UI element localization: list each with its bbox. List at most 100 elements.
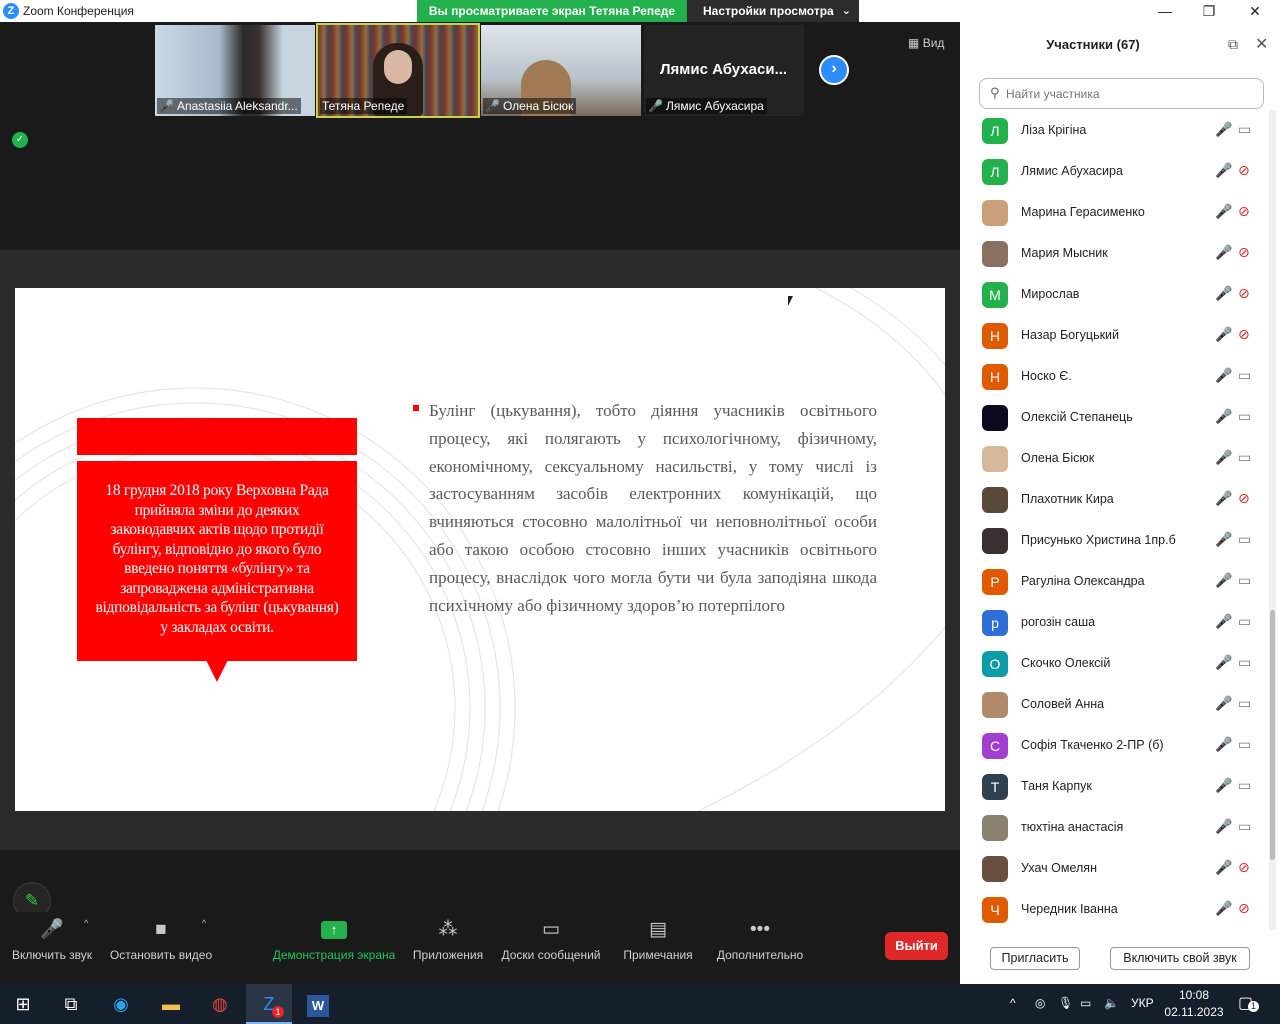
- participant-row[interactable]: Марина Герасименко 🎤 ⊘: [960, 192, 1270, 233]
- windows-start-icon[interactable]: ⊞: [0, 984, 46, 1024]
- muted-mic-icon: 🎤: [1215, 818, 1233, 834]
- more-dots-icon: •••: [750, 919, 770, 940]
- participant-list: Л Ліза Крігіна 🎤 ▭ Л Лямис Абухасира 🎤 ⊘ Марина …: [960, 110, 1270, 930]
- share-screen-button[interactable]: ↑ Демонстрация экрана: [270, 912, 398, 984]
- close-icon[interactable]: ✕: [1255, 34, 1268, 54]
- video-tile[interactable]: 🎤 Anastasiia Aleksandr...: [155, 25, 315, 116]
- restore-button[interactable]: ❐: [1186, 0, 1232, 22]
- muted-mic-icon: 🎤: [1215, 736, 1233, 752]
- shared-screen: 18 грудня 2018 року Верховна Рада прийня…: [0, 250, 960, 850]
- stop-video-button[interactable]: ■ Остановить видео: [106, 912, 216, 984]
- word-app-icon[interactable]: W: [295, 984, 341, 1024]
- muted-mic-icon: 🎤: [1215, 695, 1233, 711]
- edge-browser-icon[interactable]: ◉: [98, 984, 144, 1024]
- participant-row[interactable]: О Скочко Олексій 🎤 ▭: [960, 643, 1270, 684]
- participant-row[interactable]: тюхтіна анастасія 🎤 ▭: [960, 807, 1270, 848]
- view-button[interactable]: ▦ Вид: [908, 36, 944, 50]
- video-tile[interactable]: 🎤 Олена Бісюк: [481, 25, 641, 116]
- video-camera-icon: ▭: [1238, 654, 1252, 670]
- microphone-tray-icon[interactable]: 🎙: [1058, 996, 1073, 1010]
- video-tile[interactable]: Лямис Абухаси... 🎤 Лямис Абухасира: [644, 25, 804, 116]
- unmute-button[interactable]: 🎤 Включить звук: [8, 912, 96, 984]
- participant-row[interactable]: С Софія Ткаченко 2-ПР (б) 🎤 ▭: [960, 725, 1270, 766]
- notifications-count: 1: [1248, 1001, 1259, 1012]
- avatar: [982, 200, 1008, 226]
- volume-tray-icon[interactable]: 🔈: [1104, 996, 1119, 1010]
- video-off-icon: ⊘: [1238, 203, 1250, 219]
- participant-row[interactable]: Т Таня Карпук 🎤 ▭: [960, 766, 1270, 807]
- participant-row[interactable]: р рогозін саша 🎤 ▭: [960, 602, 1270, 643]
- view-options-dropdown[interactable]: Настройки просмотра ⌄: [687, 0, 859, 22]
- muted-mic-icon: 🎤: [1215, 777, 1233, 793]
- muted-mic-icon: 🎤: [1215, 449, 1233, 465]
- system-clock[interactable]: 10:08 02.11.2023: [1164, 987, 1224, 1021]
- participant-row[interactable]: Л Лямис Абухасира 🎤 ⊘: [960, 151, 1270, 192]
- audio-options-button[interactable]: ^: [84, 912, 96, 984]
- pop-out-icon[interactable]: ⧉: [1228, 36, 1238, 53]
- muted-mic-icon: 🎤: [1215, 203, 1233, 219]
- muted-mic-icon: 🎤: [1215, 121, 1233, 137]
- muted-mic-icon: 🎤: [648, 99, 663, 113]
- apps-icon: ⁂: [438, 919, 458, 940]
- chrome-browser-icon[interactable]: ◍: [197, 984, 243, 1024]
- minimize-button[interactable]: —: [1142, 0, 1188, 22]
- clock-time: 10:08: [1178, 988, 1210, 1002]
- participant-row[interactable]: Л Ліза Крігіна 🎤 ▭: [960, 110, 1270, 151]
- presentation-slide: 18 грудня 2018 року Верховна Рада прийня…: [15, 288, 945, 811]
- video-options-button[interactable]: ^: [202, 912, 214, 984]
- leave-button[interactable]: Выйти: [885, 932, 948, 960]
- participant-name: Рагуліна Олександра: [1021, 574, 1145, 588]
- participant-row[interactable]: Присунько Христина 1пр.б 🎤 ▭: [960, 520, 1270, 561]
- participant-name: тюхтіна анастасія: [1021, 820, 1124, 834]
- chevron-right-icon: ›: [831, 60, 837, 77]
- participant-row[interactable]: Соловей Анна 🎤 ▭: [960, 684, 1270, 725]
- video-camera-icon: ▭: [1238, 695, 1252, 711]
- participant-search-input[interactable]: [1006, 84, 1256, 104]
- avatar: Ч: [982, 897, 1008, 923]
- tray-expand-icon[interactable]: ^: [1010, 996, 1016, 1010]
- more-label: Дополнительно: [716, 948, 804, 962]
- video-tile-active-speaker[interactable]: Тетяна Репеде: [316, 23, 480, 118]
- participant-row[interactable]: Олексій Степанець 🎤 ▭: [960, 397, 1270, 438]
- red-callout-box: 18 грудня 2018 року Верховна Рада прийня…: [77, 461, 357, 661]
- participant-row[interactable]: Мария Мысник 🎤 ⊘: [960, 233, 1270, 274]
- network-tray-icon[interactable]: ▭: [1080, 996, 1091, 1010]
- file-explorer-icon[interactable]: ▬: [148, 984, 194, 1024]
- participant-row[interactable]: Ч Чередник Іванна 🎤 ⊘: [960, 889, 1270, 930]
- video-camera-icon: ▭: [1238, 408, 1252, 424]
- participant-row[interactable]: Р Рагуліна Олександра 🎤 ▭: [960, 561, 1270, 602]
- task-view-icon[interactable]: ⧉: [48, 984, 94, 1024]
- next-videos-button[interactable]: ›: [819, 55, 849, 85]
- notes-button[interactable]: ▤ Примечания: [618, 912, 698, 984]
- participants-panel: Участники (67) ⧉ ✕ ⚲ Л Ліза Крігіна 🎤 ▭ Л Лям…: [960, 22, 1280, 984]
- muted-mic-icon: 🎤: [1215, 285, 1233, 301]
- window-title: Zoom Конференция: [23, 4, 134, 18]
- zoom-taskbar-icon[interactable]: Z1: [246, 984, 292, 1024]
- participant-row[interactable]: Олена Бісюк 🎤 ▭: [960, 438, 1270, 479]
- meeting-tray-icon[interactable]: ◎: [1035, 996, 1045, 1010]
- muted-mic-icon: 🎤: [1215, 531, 1233, 547]
- participant-search: ⚲: [979, 78, 1264, 109]
- invite-button[interactable]: Пригласить: [990, 947, 1080, 970]
- more-button[interactable]: ••• Дополнительно: [712, 912, 808, 984]
- language-indicator[interactable]: УКР: [1131, 996, 1154, 1010]
- scrollbar-thumb[interactable]: [1270, 610, 1275, 860]
- muted-mic-icon: 🎤: [1215, 572, 1233, 588]
- video-tile-name: Тетяна Репеде: [320, 98, 408, 114]
- close-button[interactable]: ✕: [1232, 0, 1278, 22]
- participant-row[interactable]: М Мирослав 🎤 ⊘: [960, 274, 1270, 315]
- participant-row[interactable]: Н Носко Є. 🎤 ▭: [960, 356, 1270, 397]
- muted-mic-icon: 🎤: [1215, 613, 1233, 629]
- speaker-face: [384, 50, 412, 84]
- video-off-icon: ⊘: [1238, 285, 1250, 301]
- participant-list-scrollbar[interactable]: [1269, 110, 1276, 930]
- unmute-self-button[interactable]: Включить свой звук: [1110, 947, 1250, 970]
- whiteboards-button[interactable]: ▭ Доски сообщений: [496, 912, 606, 984]
- apps-button[interactable]: ⁂ Приложения: [408, 912, 488, 984]
- participant-row[interactable]: Н Назар Богуцький 🎤 ⊘: [960, 315, 1270, 356]
- notifications-icon[interactable]: ▢ 1: [1238, 993, 1259, 1013]
- participant-row[interactable]: Плахотник Кира 🎤 ⊘: [960, 479, 1270, 520]
- security-shield-icon[interactable]: ✓: [12, 132, 28, 148]
- avatar: [982, 446, 1008, 472]
- participant-row[interactable]: Ухач Омелян 🎤 ⊘: [960, 848, 1270, 889]
